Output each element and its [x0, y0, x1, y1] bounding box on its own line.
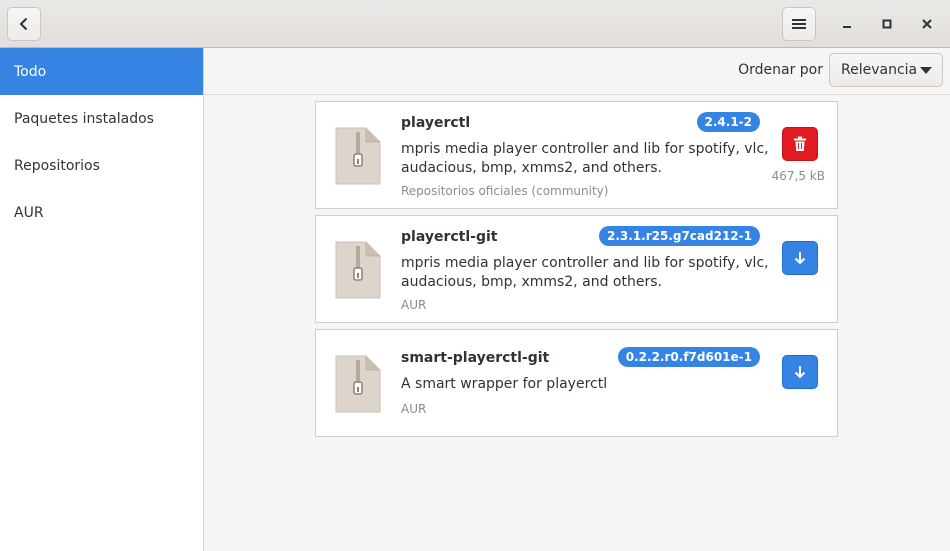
caret-down-icon [920, 67, 932, 74]
install-button[interactable] [782, 355, 818, 389]
package-name: smart-playerctl-git [401, 350, 550, 366]
package-name: playerctl [401, 115, 471, 131]
archive-file-icon [335, 127, 381, 185]
chevron-left-icon [19, 17, 28, 31]
sidebar-item-installed[interactable]: Paquetes instalados [0, 95, 203, 142]
close-button[interactable] [917, 14, 937, 34]
sort-toolbar: Ordenar por Relevancia [204, 48, 950, 95]
sidebar: Todo Paquetes instalados Repositorios AU… [0, 48, 204, 551]
package-row[interactable]: playerctl-git 2.3.1.r25.g7cad212-1 mpris… [315, 215, 838, 323]
minimize-button[interactable] [837, 14, 857, 34]
hamburger-menu-icon [792, 19, 806, 29]
sidebar-item-todo[interactable]: Todo [0, 48, 203, 95]
minimize-icon [843, 26, 851, 28]
package-row[interactable]: playerctl 2.4.1-2 mpris media player con… [315, 101, 838, 209]
package-description: A smart wrapper for playerctl [401, 376, 608, 392]
sidebar-item-label: AUR [14, 204, 44, 221]
download-arrow-icon [794, 366, 806, 379]
version-badge: 2.4.1-2 [696, 112, 760, 132]
version-badge: 0.2.2.r0.f7d601e-1 [617, 347, 760, 367]
sidebar-item-label: Repositorios [14, 157, 100, 174]
package-description: mpris media player controller and lib fo… [401, 141, 769, 176]
install-button[interactable] [782, 241, 818, 275]
archive-file-icon [335, 355, 381, 413]
remove-button[interactable] [782, 127, 818, 161]
close-icon [922, 19, 932, 29]
sidebar-item-repositories[interactable]: Repositorios [0, 142, 203, 189]
trash-icon [794, 136, 806, 151]
sort-value: Relevancia [841, 62, 918, 78]
main-menu-button[interactable] [782, 7, 816, 41]
sidebar-item-label: Todo [14, 63, 47, 80]
installed-size: 467,5 kB [771, 169, 825, 183]
sidebar-item-label: Paquetes instalados [14, 110, 154, 127]
package-name: playerctl-git [401, 229, 498, 245]
version-badge: 2.3.1.r25.g7cad212-1 [598, 226, 760, 246]
sort-label: Ordenar por [738, 62, 823, 78]
sort-dropdown[interactable]: Relevancia [829, 53, 943, 87]
maximize-button[interactable] [877, 14, 897, 34]
package-description: mpris media player controller and lib fo… [401, 255, 769, 290]
package-repository: Repositorios oficiales (community) [401, 184, 609, 198]
package-row[interactable]: smart-playerctl-git 0.2.2.r0.f7d601e-1 A… [315, 329, 838, 437]
package-repository: AUR [401, 298, 427, 312]
sidebar-item-aur[interactable]: AUR [0, 189, 203, 236]
package-repository: AUR [401, 402, 427, 416]
archive-file-icon [335, 241, 381, 299]
download-arrow-icon [794, 252, 806, 265]
maximize-icon [882, 19, 892, 29]
package-list: playerctl 2.4.1-2 mpris media player con… [315, 101, 838, 443]
back-button[interactable] [7, 7, 41, 41]
header-bar [0, 0, 950, 48]
